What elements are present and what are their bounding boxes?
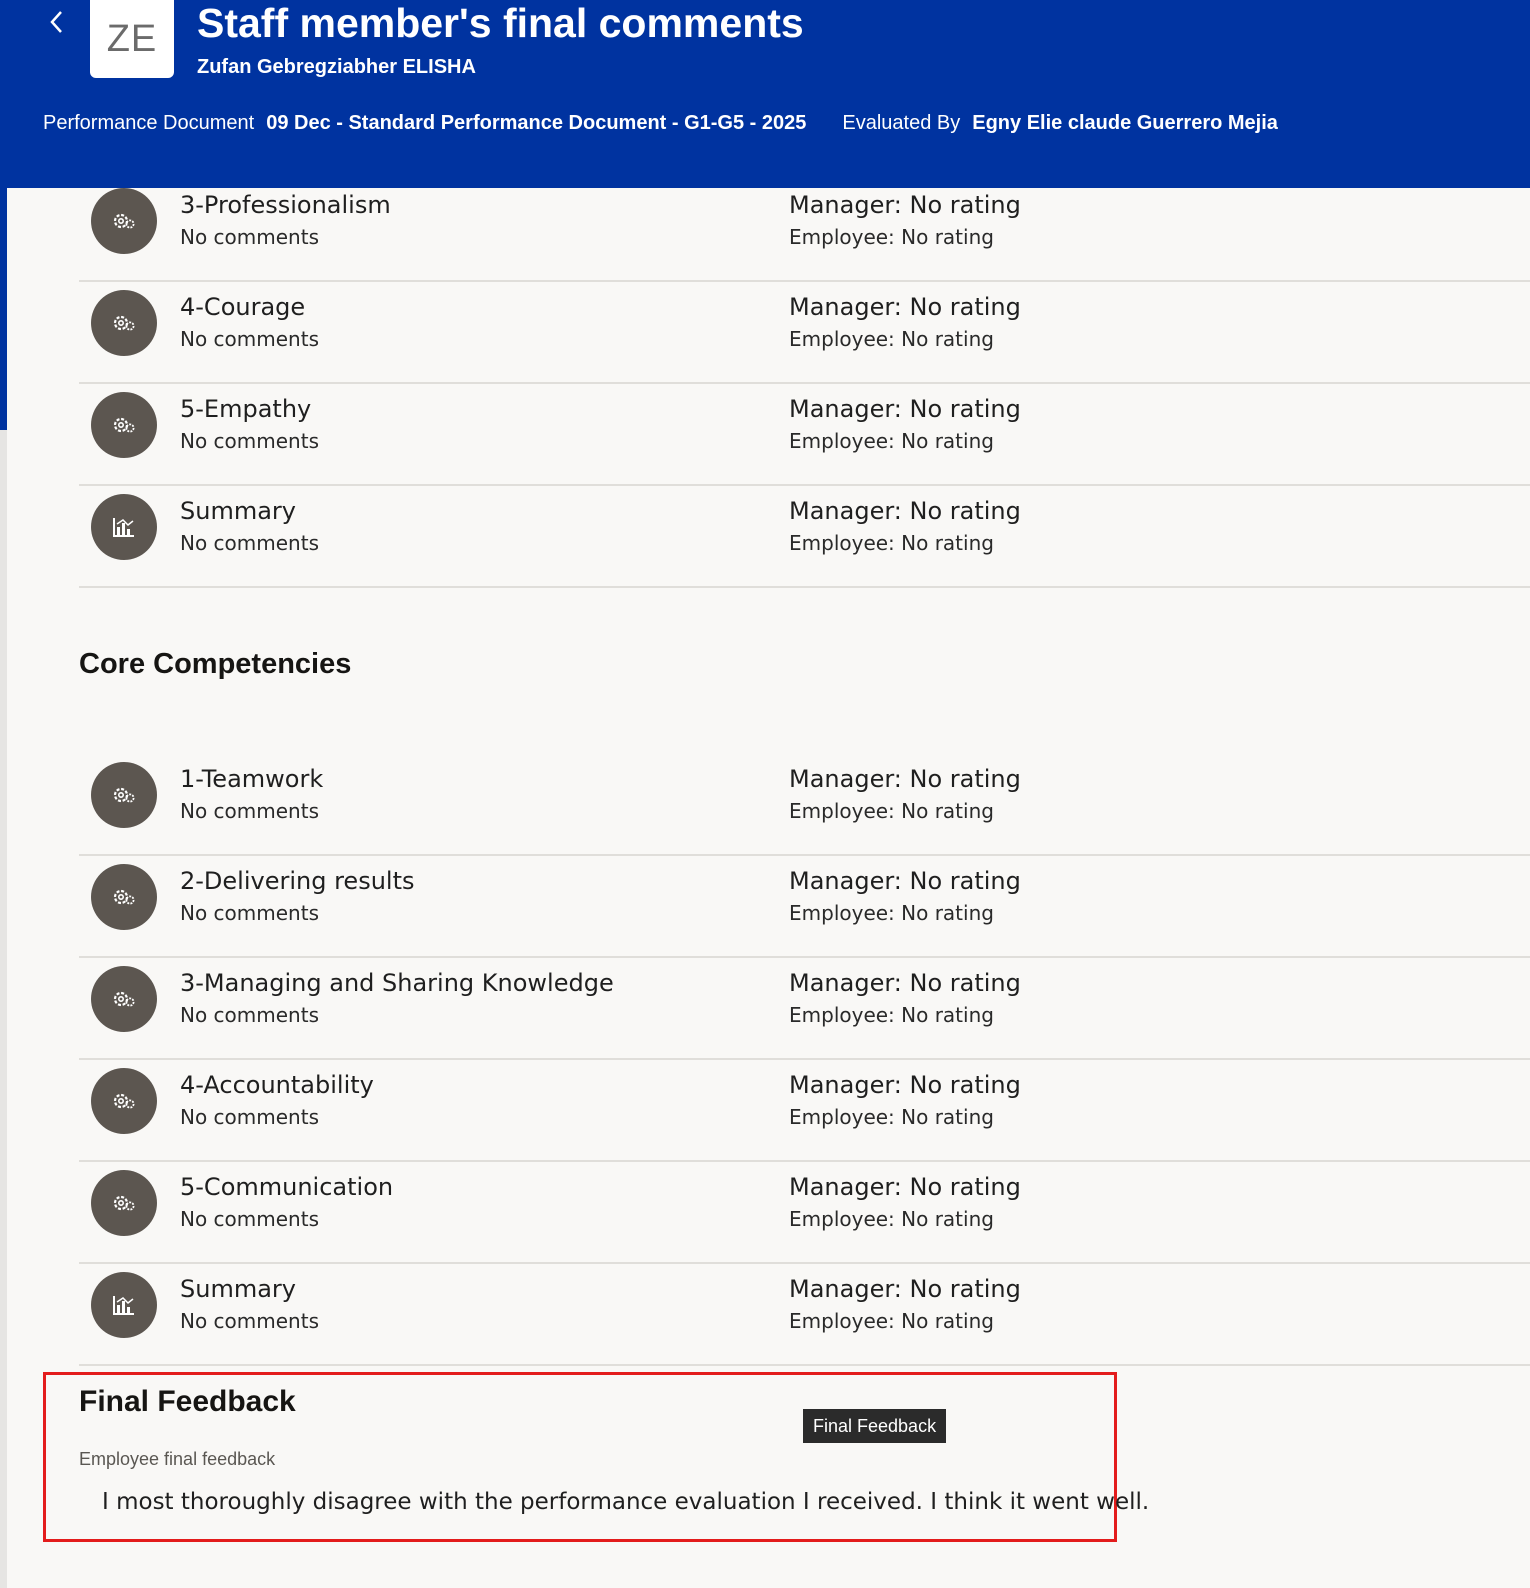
item-comments: No comments [180, 531, 319, 555]
item-comments: No comments [180, 1105, 319, 1129]
item-title: 3-Professionalism [180, 191, 391, 219]
item-comments: No comments [180, 1003, 319, 1027]
performance-document-value: 09 Dec - Standard Performance Document -… [266, 112, 807, 134]
item-title: Summary [180, 497, 296, 525]
page-header: ZE Staff member's final comments Zufan G… [7, 0, 1530, 188]
item-comments: No comments [180, 1207, 319, 1231]
back-button[interactable] [43, 6, 71, 38]
gear-icon [91, 864, 157, 930]
main-content: 3-Professionalism No comments Manager: No … [7, 188, 1530, 1588]
left-edge-strip-accent [0, 0, 7, 430]
list-item[interactable]: 4-Courage No comments Manager: No rating Em… [79, 282, 1530, 384]
evaluated-by-label: Evaluated By [842, 112, 961, 134]
section-title-core-competencies: Core Competencies [79, 648, 352, 680]
item-comments: No comments [180, 901, 319, 925]
item-title: 1-Teamwork [180, 765, 324, 793]
employee-rating: Employee: No rating [789, 225, 994, 249]
avatar-initials: ZE [106, 17, 158, 60]
item-title: 3-Managing and Sharing Knowledge [180, 969, 614, 997]
employee-final-feedback-text: I most thoroughly disagree with the perf… [102, 1489, 1150, 1515]
gear-icon [91, 188, 157, 254]
gear-icon [91, 762, 157, 828]
list-item[interactable]: 4-Accountability No comments Manager: No r… [79, 1060, 1530, 1162]
item-title: 4-Courage [180, 293, 306, 321]
manager-rating: Manager: No rating [789, 867, 1021, 895]
item-comments: No comments [180, 327, 319, 351]
chevron-left-icon [50, 11, 62, 33]
manager-rating: Manager: No rating [789, 969, 1021, 997]
item-comments: No comments [180, 429, 319, 453]
gear-icon [91, 1068, 157, 1134]
list-item[interactable]: 5-Communication No comments Manager: No ra… [79, 1162, 1530, 1264]
employee-rating: Employee: No rating [789, 901, 994, 925]
employee-rating: Employee: No rating [789, 799, 994, 823]
employee-rating: Employee: No rating [789, 327, 994, 351]
avatar: ZE [90, 0, 174, 78]
manager-rating: Manager: No rating [789, 1173, 1021, 1201]
item-comments: No comments [180, 799, 319, 823]
item-comments: No comments [180, 1309, 319, 1333]
item-title: 2-Delivering results [180, 867, 415, 895]
item-title: 5-Communication [180, 1173, 394, 1201]
item-title: Summary [180, 1275, 296, 1303]
final-feedback-tooltip: Final Feedback [803, 1409, 947, 1443]
gear-icon [91, 290, 157, 356]
chart-icon [91, 1272, 157, 1338]
item-comments: No comments [180, 225, 319, 249]
employee-rating: Employee: No rating [789, 531, 994, 555]
manager-rating: Manager: No rating [789, 497, 1021, 525]
list-item[interactable]: 3-Professionalism No comments Manager: No … [79, 180, 1530, 282]
evaluated-by-value: Egny Elie claude Guerrero Mejia [972, 112, 1278, 134]
manager-rating: Manager: No rating [789, 191, 1021, 219]
manager-rating: Manager: No rating [789, 1275, 1021, 1303]
chart-icon [91, 494, 157, 560]
manager-rating: Manager: No rating [789, 765, 1021, 793]
item-title: 4-Accountability [180, 1071, 374, 1099]
manager-rating: Manager: No rating [789, 395, 1021, 423]
employee-rating: Employee: No rating [789, 429, 994, 453]
list-item[interactable]: 1-Teamwork No comments Manager: No rating E… [79, 754, 1530, 856]
manager-rating: Manager: No rating [789, 293, 1021, 321]
list-item[interactable]: 3-Managing and Sharing Knowledge No comme… [79, 958, 1530, 1060]
performance-document-label: Performance Document [43, 112, 255, 134]
final-feedback-section: Final Feedback Final Feedback Employee f… [43, 1372, 1149, 1542]
employee-rating: Employee: No rating [789, 1003, 994, 1027]
employee-final-feedback-label: Employee final feedback [79, 1449, 276, 1469]
employee-rating: Employee: No rating [789, 1105, 994, 1129]
list-item[interactable]: 5-Empathy No comments Manager: No rating Em… [79, 384, 1530, 486]
document-meta: Performance Document 09 Dec - Standard P… [43, 110, 1278, 136]
list-item[interactable]: Summary No comments Manager: No rating Empl… [79, 1264, 1530, 1366]
final-feedback-title: Final Feedback [79, 1385, 296, 1418]
person-name: Zufan Gebregziabher ELISHA [197, 56, 476, 78]
list-item[interactable]: 2-Delivering results No comments Manager: … [79, 856, 1530, 958]
list-item[interactable]: Summary No comments Manager: No rating Empl… [79, 486, 1530, 588]
gear-icon [91, 392, 157, 458]
gear-icon [91, 966, 157, 1032]
employee-rating: Employee: No rating [789, 1309, 994, 1333]
gear-icon [91, 1170, 157, 1236]
manager-rating: Manager: No rating [789, 1071, 1021, 1099]
item-title: 5-Empathy [180, 395, 312, 423]
employee-rating: Employee: No rating [789, 1207, 994, 1231]
page-title: Staff member's final comments [197, 0, 804, 46]
